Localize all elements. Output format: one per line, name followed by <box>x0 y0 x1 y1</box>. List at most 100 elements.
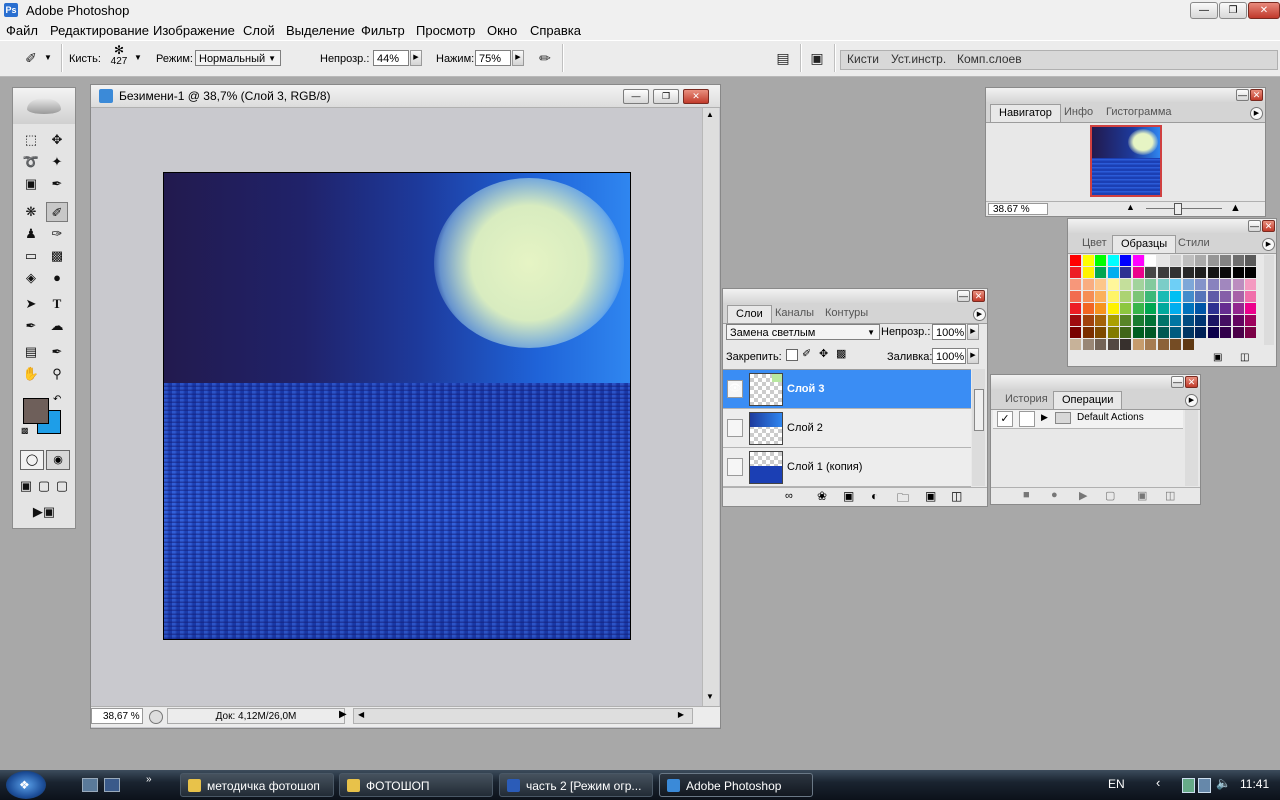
color-swatch[interactable] <box>1070 327 1081 338</box>
panel-minimize-button[interactable]: — <box>957 290 970 302</box>
clock[interactable]: 11:41 <box>1240 777 1269 791</box>
show-desktop-icon[interactable] <box>82 778 98 792</box>
color-swatch[interactable] <box>1170 303 1181 314</box>
tray-expand-icon[interactable]: ‹ <box>1156 775 1160 790</box>
color-swatch[interactable] <box>1157 315 1169 326</box>
fill-input[interactable]: 100% <box>932 348 966 364</box>
color-swatch[interactable] <box>1107 303 1119 314</box>
panel-minimize-button[interactable]: — <box>1248 220 1261 232</box>
trash-icon[interactable]: ◫ <box>1240 352 1249 363</box>
safely-remove-icon[interactable] <box>1182 778 1195 793</box>
color-swatch[interactable] <box>1220 303 1231 314</box>
layer-row[interactable]: Слой 2 <box>723 409 971 448</box>
volume-icon[interactable]: 🔈 <box>1216 776 1231 790</box>
zoom-out-icon[interactable]: ▲ <box>1126 202 1135 212</box>
color-swatch[interactable] <box>1245 291 1256 302</box>
color-swatch[interactable] <box>1195 315 1206 326</box>
swatches-scrollbar[interactable] <box>1264 255 1274 345</box>
gradient-tool-icon[interactable]: ▩ <box>46 246 68 266</box>
tab-history[interactable]: История <box>1005 393 1048 405</box>
color-swatch[interactable] <box>1157 327 1169 338</box>
color-swatch[interactable] <box>1232 291 1244 302</box>
mode-select[interactable]: Нормальный ▼ <box>195 50 281 66</box>
layer-row[interactable]: Слой 1 (копия) <box>723 448 971 487</box>
tab-layers[interactable]: Слои <box>727 305 772 323</box>
tab-histogram[interactable]: Гистограмма <box>1106 106 1172 118</box>
lock-position-icon[interactable]: ✥ <box>819 347 828 360</box>
color-swatch[interactable] <box>1170 267 1181 278</box>
record-icon[interactable]: ● <box>1051 489 1058 501</box>
type-tool-icon[interactable]: T <box>46 294 68 314</box>
lock-all-icon[interactable]: ▩ <box>836 347 846 360</box>
color-swatch[interactable] <box>1195 279 1206 290</box>
color-swatch[interactable] <box>1232 255 1244 266</box>
menu-select[interactable]: Выделение <box>286 23 355 38</box>
color-swatch[interactable] <box>1245 255 1256 266</box>
color-swatch[interactable] <box>1145 339 1156 350</box>
color-swatch[interactable] <box>1095 327 1106 338</box>
color-swatch[interactable] <box>1195 327 1206 338</box>
color-swatch[interactable] <box>1245 267 1256 278</box>
taskbar-button[interactable]: Adobe Photoshop <box>659 773 813 797</box>
color-swatch[interactable] <box>1120 291 1131 302</box>
notes-tool-icon[interactable]: ▤ <box>20 342 42 362</box>
brush-picker[interactable]: ✻ 427 <box>108 44 130 67</box>
color-swatch[interactable] <box>1157 291 1169 302</box>
taskbar-button[interactable]: методичка фотошоп <box>180 773 334 797</box>
doc-restore-button[interactable]: ❐ <box>653 89 679 104</box>
clone-stamp-tool-icon[interactable]: ♟ <box>20 224 42 244</box>
menu-file[interactable]: Файл <box>6 23 38 38</box>
color-swatch[interactable] <box>1207 279 1219 290</box>
color-swatch[interactable] <box>1070 291 1081 302</box>
color-swatch[interactable] <box>1107 327 1119 338</box>
color-swatch[interactable] <box>1220 267 1231 278</box>
color-swatch[interactable] <box>1095 339 1106 350</box>
color-swatch[interactable] <box>1120 339 1131 350</box>
color-swatch[interactable] <box>1207 267 1219 278</box>
navigator-zoom-field[interactable]: 38.67 % <box>988 203 1048 215</box>
color-swatch[interactable] <box>1182 327 1194 338</box>
color-swatch[interactable] <box>1157 279 1169 290</box>
color-swatch[interactable] <box>1095 255 1106 266</box>
tab-actions[interactable]: Операции <box>1053 391 1123 409</box>
vertical-scrollbar[interactable]: ▲ ▼ <box>702 108 719 708</box>
color-swatch[interactable] <box>1145 303 1156 314</box>
panel-minimize-button[interactable]: — <box>1236 89 1249 101</box>
document-title-bar[interactable]: Безимени-1 @ 38,7% (Слой 3, RGB/8) — ❐ ✕ <box>91 85 720 108</box>
color-swatch[interactable] <box>1182 339 1194 350</box>
color-swatch[interactable] <box>1132 315 1144 326</box>
color-swatch[interactable] <box>1232 267 1244 278</box>
menu-edit[interactable]: Редактирование <box>50 23 149 38</box>
panel-menu-icon[interactable]: ▶ <box>1185 394 1198 407</box>
color-swatch[interactable] <box>1095 267 1106 278</box>
new-layer-icon[interactable]: ▣ <box>925 489 936 503</box>
standard-screen-mode-icon[interactable]: ▣ <box>17 476 35 496</box>
actions-scrollbar[interactable] <box>1185 410 1198 486</box>
color-swatch[interactable] <box>1145 267 1156 278</box>
tab-swatches[interactable]: Образцы <box>1112 235 1177 253</box>
chevron-down-icon[interactable]: ▼ <box>134 53 142 62</box>
color-swatch[interactable] <box>1195 267 1206 278</box>
panel-close-button[interactable]: ✕ <box>972 290 985 302</box>
brush-tool-preset-icon[interactable]: ✐ <box>20 47 42 69</box>
color-swatch[interactable] <box>1207 315 1219 326</box>
panel-close-button[interactable]: ✕ <box>1262 220 1275 232</box>
trash-icon[interactable]: ◫ <box>951 489 962 503</box>
color-swatch[interactable] <box>1207 291 1219 302</box>
color-swatch[interactable] <box>1082 255 1094 266</box>
panel-title-bar[interactable]: — ✕ <box>991 375 1200 389</box>
color-swatch[interactable] <box>1195 291 1206 302</box>
color-swatch[interactable] <box>1182 303 1194 314</box>
panel-title-bar[interactable]: — ✕ <box>986 88 1265 102</box>
color-swatch[interactable] <box>1070 255 1081 266</box>
color-swatch[interactable] <box>1182 279 1194 290</box>
history-brush-tool-icon[interactable]: ✑ <box>46 224 68 244</box>
new-swatch-icon[interactable]: ▣ <box>1213 352 1222 363</box>
color-swatch[interactable] <box>1145 279 1156 290</box>
brush-tool-icon[interactable]: ✐ <box>46 202 68 222</box>
color-swatch[interactable] <box>1170 339 1181 350</box>
panel-minimize-button[interactable]: — <box>1171 376 1184 388</box>
network-icon[interactable] <box>1198 778 1211 793</box>
toolbox-header[interactable] <box>13 88 75 124</box>
restore-button[interactable]: ❐ <box>1219 2 1247 19</box>
